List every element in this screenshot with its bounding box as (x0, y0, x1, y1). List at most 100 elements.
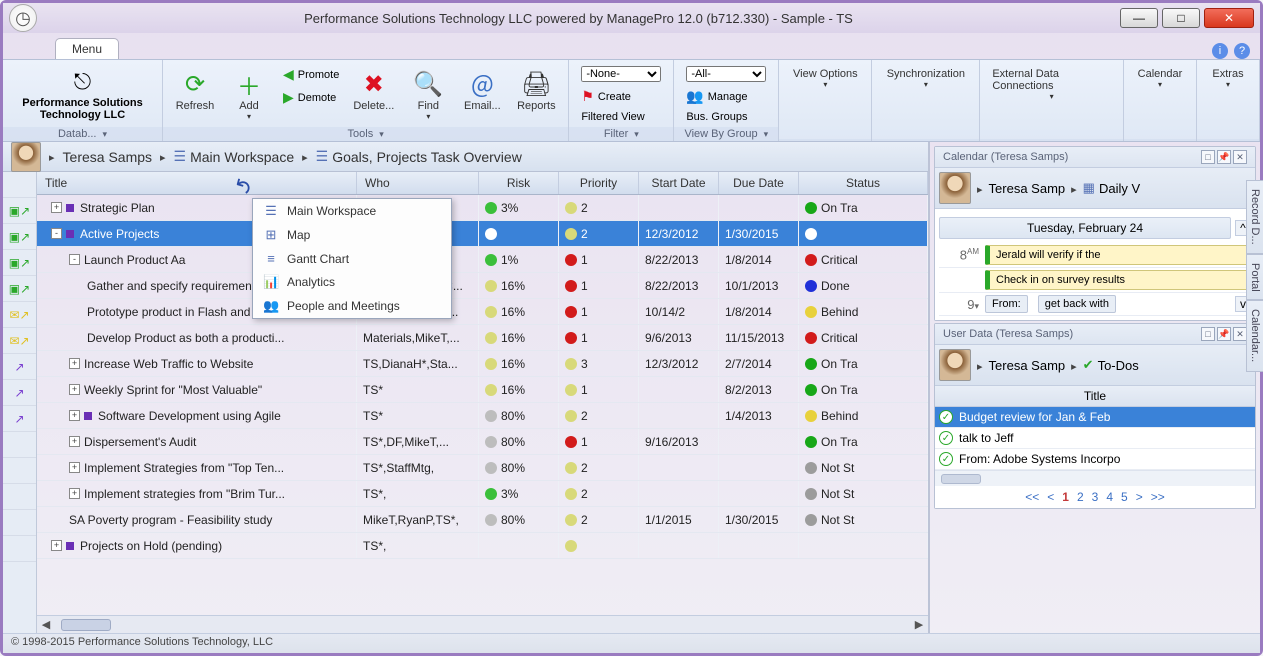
todo-item[interactable]: ✓talk to Jeff (935, 428, 1255, 449)
tree-toggle-icon[interactable]: + (51, 202, 62, 213)
table-row[interactable]: -Active Projects 2 12/3/2012 1/30/2015 (37, 221, 928, 247)
userdata-tab[interactable]: To-Dos (1098, 358, 1139, 373)
table-row[interactable]: Gather and specify requirements DianaH,R… (37, 273, 928, 299)
calendar-appointment[interactable]: Check in on survey results (985, 270, 1251, 290)
external-data-button[interactable]: External Data Connections▾ (986, 64, 1117, 105)
pager-page[interactable]: 2 (1077, 490, 1084, 504)
panel-close-icon[interactable]: ✕ (1233, 150, 1247, 164)
refresh-button[interactable]: ⟳Refresh (169, 64, 221, 116)
maximize-button[interactable]: □ (1162, 8, 1200, 28)
calendar-appointment[interactable]: Jerald will verify if the (985, 245, 1251, 265)
table-row[interactable]: +Projects on Hold (pending) TS*, (37, 533, 928, 559)
reports-button[interactable]: 🖨Reports (510, 64, 562, 116)
tree-toggle-icon[interactable]: + (69, 462, 80, 473)
pager-page[interactable]: 3 (1092, 490, 1099, 504)
calendar-ribbon-button[interactable]: Calendar▾ (1130, 64, 1190, 93)
filter-create-button[interactable]: ⚑Create (575, 86, 667, 107)
tree-toggle-icon[interactable]: + (69, 358, 80, 369)
pager-prev[interactable]: < (1047, 490, 1054, 504)
info-icon[interactable]: i (1212, 43, 1228, 59)
calendar-date[interactable]: Tuesday, February 24 (939, 217, 1231, 239)
pager-page[interactable]: 1 (1062, 490, 1069, 504)
workspace-menu-item[interactable]: 👥People and Meetings (253, 294, 451, 318)
menu-tab[interactable]: Menu (55, 38, 119, 59)
panel-close-icon[interactable]: ✕ (1233, 327, 1247, 341)
workspace-menu-item[interactable]: 📊Analytics (253, 270, 451, 294)
extras-button[interactable]: Extras▾ (1203, 64, 1253, 93)
breadcrumb-person[interactable]: Teresa Samps (63, 149, 152, 165)
tree-toggle-icon[interactable]: + (69, 436, 80, 447)
calendar-view[interactable]: Daily V (1099, 181, 1140, 196)
side-tab-record[interactable]: Record D... (1246, 180, 1263, 254)
breadcrumb-workspace[interactable]: ☰Main Workspace (174, 148, 295, 165)
calendar-chip-from[interactable]: From: (985, 295, 1028, 313)
side-tab-portal[interactable]: Portal (1246, 254, 1263, 301)
workspace-menu-item[interactable]: ⊞Map (253, 223, 451, 247)
workspace-menu-item[interactable]: ☰Main Workspace (253, 199, 451, 223)
add-button[interactable]: ＋Add▾ (223, 64, 275, 125)
row-risk: 80% (501, 409, 525, 423)
view-options-button[interactable]: View Options▾ (785, 64, 865, 93)
panel-dock-icon[interactable]: □ (1201, 150, 1215, 164)
synchronization-button[interactable]: Synchronization▾ (878, 64, 973, 93)
tree-toggle-icon[interactable]: - (69, 254, 80, 265)
header-status[interactable]: Status (799, 172, 928, 194)
table-row[interactable]: +Increase Web Traffic to Website TS,Dian… (37, 351, 928, 377)
bus-groups-button[interactable]: Bus. Groups (680, 109, 772, 125)
filtered-view-button[interactable]: Filtered View (575, 109, 667, 125)
todo-item[interactable]: ✓From: Adobe Systems Incorpo (935, 449, 1255, 470)
table-row[interactable]: Develop Product as both a producti... Ma… (37, 325, 928, 351)
table-row[interactable]: +Implement strategies from "Brim Tur... … (37, 481, 928, 507)
header-start-date[interactable]: Start Date (639, 172, 719, 194)
table-row[interactable]: +Software Development using Agile TS* 80… (37, 403, 928, 429)
delete-button[interactable]: ✖Delete... (347, 64, 400, 116)
pager-last[interactable]: >> (1151, 490, 1165, 504)
header-title[interactable]: Title (37, 172, 357, 194)
demote-button[interactable]: ▶Demote (277, 87, 345, 108)
calendar-person[interactable]: Teresa Samp (989, 181, 1066, 196)
pager-page[interactable]: 4 (1106, 490, 1113, 504)
table-row[interactable]: SA Poverty program - Feasibility study M… (37, 507, 928, 533)
table-row[interactable]: +Dispersement's Audit TS*,DF,MikeT,... 8… (37, 429, 928, 455)
tree-toggle-icon[interactable]: + (51, 540, 62, 551)
email-button[interactable]: ＠Email... (456, 64, 508, 116)
userdata-person[interactable]: Teresa Samp (989, 358, 1066, 373)
header-risk[interactable]: Risk (479, 172, 559, 194)
header-due-date[interactable]: Due Date (719, 172, 799, 194)
panel-pin-icon[interactable]: 📌 (1217, 150, 1231, 164)
panel-dock-icon[interactable]: □ (1201, 327, 1215, 341)
side-tab-calendar[interactable]: Calendar... (1246, 300, 1263, 371)
table-row[interactable]: +Implement Strategies from "Top Ten... T… (37, 455, 928, 481)
pager-page[interactable]: 5 (1121, 490, 1128, 504)
table-row[interactable]: +Weekly Sprint for "Most Valuable" TS* 1… (37, 377, 928, 403)
help-icon[interactable]: ? (1234, 43, 1250, 59)
pager-next[interactable]: > (1136, 490, 1143, 504)
minimize-button[interactable]: — (1120, 8, 1158, 28)
database-group-label[interactable]: Datab... (58, 128, 97, 140)
filter-none-dropdown[interactable]: -None- (575, 64, 667, 84)
table-row[interactable]: -Launch Product Aa MariaS*,... 1% 1 8/22… (37, 247, 928, 273)
tree-toggle-icon[interactable]: + (69, 488, 80, 499)
panel-pin-icon[interactable]: 📌 (1217, 327, 1231, 341)
tree-toggle-icon[interactable]: + (69, 384, 80, 395)
calendar-chip-getback[interactable]: get back with (1038, 295, 1116, 313)
find-button[interactable]: 🔍Find▾ (402, 64, 454, 125)
tree-toggle-icon[interactable]: - (51, 228, 62, 239)
manage-button[interactable]: 👥Manage (680, 86, 772, 107)
pager-first[interactable]: << (1025, 490, 1039, 504)
table-row[interactable]: Prototype product in Flash and rec... Ma… (37, 299, 928, 325)
todo-header[interactable]: Title (935, 386, 1255, 407)
close-button[interactable]: ✕ (1204, 8, 1254, 28)
userdata-scrollbar[interactable] (941, 474, 981, 484)
table-row[interactable]: +Strategic Plan 3% 2 On Tra (37, 195, 928, 221)
org-label[interactable]: Performance Solutions Technology LLC (9, 97, 156, 121)
todo-item[interactable]: ✓Budget review for Jan & Feb (935, 407, 1255, 428)
all-dropdown[interactable]: -All- (680, 64, 772, 84)
header-priority[interactable]: Priority (559, 172, 639, 194)
workspace-menu-item[interactable]: ≡Gantt Chart (253, 247, 451, 270)
promote-button[interactable]: ◀Promote (277, 64, 345, 85)
header-who[interactable]: Who (357, 172, 479, 194)
horizontal-scrollbar[interactable]: ◀▶ (37, 615, 928, 633)
breadcrumb-view[interactable]: ☰Goals, Projects Task Overview (316, 148, 522, 165)
tree-toggle-icon[interactable]: + (69, 410, 80, 421)
